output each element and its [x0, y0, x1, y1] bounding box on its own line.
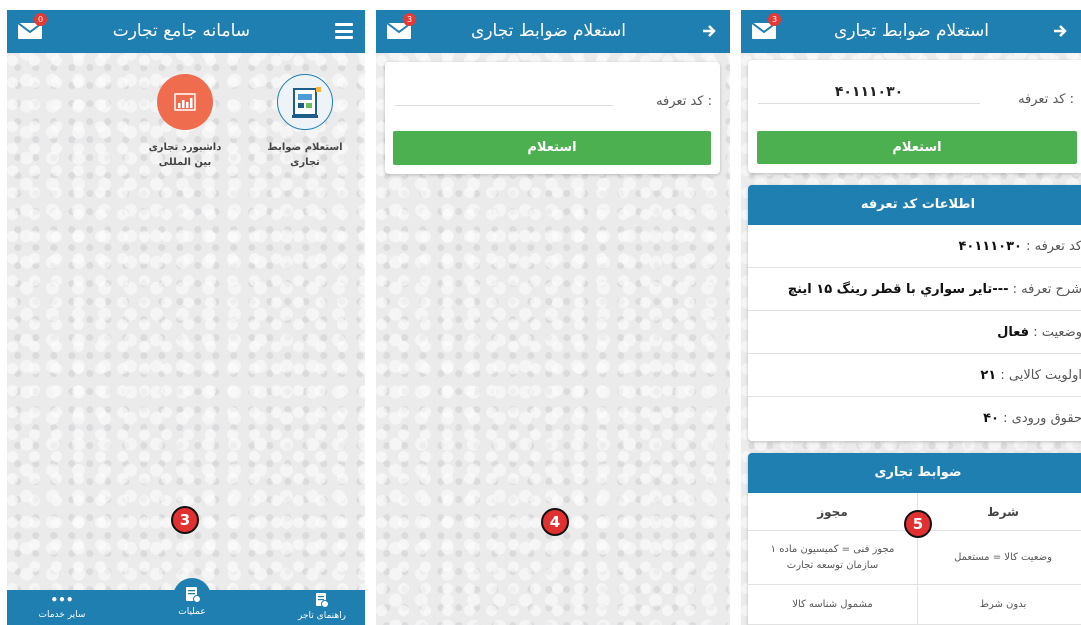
service-trade-dashboard[interactable]: داشبورد تجاری بین المللی: [145, 74, 225, 170]
home-screen: 0 سامانه جامع تجارت استعلام ضوابط تجاری: [7, 10, 365, 625]
page-title: سامانه جامع تجارت: [112, 21, 250, 41]
nav-label: سایر خدمات: [38, 610, 86, 620]
dashboard-chart-icon: [157, 74, 213, 130]
trade-rules-header: ضوابط تجاری: [748, 453, 1081, 493]
tariff-info-header: اطلاعات کد تعرفه: [748, 185, 1081, 225]
page-title: استعلام ضوابط تجاری: [834, 21, 989, 41]
inquiry-form-card: کد تعرفه : ۴۰۱۱۱۰۳۰ استعلام: [748, 60, 1081, 173]
notification-badge: 0: [34, 13, 47, 26]
guide-document-icon: [316, 593, 329, 608]
step-number-badge: 3: [171, 506, 199, 534]
notification-badge: 3: [768, 13, 781, 26]
inquiry-button[interactable]: استعلام: [757, 131, 1077, 164]
info-row-description: شرح تعرفه : ---تایر سواري با قطر رینگ ۱۵…: [748, 268, 1081, 311]
nav-operations-label: عملیات: [178, 607, 206, 617]
notification-badge: 3: [403, 13, 416, 26]
app-header: 3 استعلام ضوابط تجاری: [741, 10, 1081, 53]
nav-trader-guide[interactable]: راهنمای تاجر: [287, 592, 357, 621]
tariff-code-label: کد تعرفه :: [1018, 92, 1074, 107]
inquiry-screen-result: 3 استعلام ضوابط تجاری کد تعرفه : ۴۰۱۱۱۰۳…: [741, 10, 1081, 625]
info-row-status: وضعیت : فعال: [748, 311, 1081, 354]
rule-license-cell: مشمول شناسه کالا: [748, 585, 918, 625]
regulations-icon: [277, 74, 333, 130]
step-number-badge: 5: [904, 510, 932, 538]
nav-label: راهنمای تاجر: [298, 611, 346, 621]
tariff-code-label: کد تعرفه :: [656, 94, 712, 109]
tariff-info-card: اطلاعات کد تعرفه کد تعرفه : ۴۰۱۱۱۰۳۰ شرح…: [748, 185, 1081, 441]
info-row-priority: اولویت کالایی : ۲۱: [748, 354, 1081, 397]
rule-condition-cell: وضعیت کالا = مستعمل: [918, 531, 1081, 585]
column-header-condition: شرط: [918, 493, 1081, 531]
inquiry-form-card: کد تعرفه : استعلام: [385, 62, 720, 174]
service-label: استعلام ضوابط تجاری: [267, 142, 343, 168]
rule-license-cell: مجوز فنی = کمیسیون ماده ۱ سازمان توسعه ت…: [748, 531, 918, 585]
app-header: 3 استعلام ضوابط تجاری: [376, 10, 730, 53]
tariff-code-input[interactable]: [395, 82, 613, 106]
more-dots-icon: •••: [50, 593, 74, 607]
app-header: 0 سامانه جامع تجارت: [7, 10, 365, 53]
trade-rules-card: ضوابط تجاری شرط مجوز وضعیت کالا = مستعمل…: [748, 453, 1081, 625]
back-arrow-icon[interactable]: [1051, 22, 1069, 40]
info-row-tariff-code: کد تعرفه : ۴۰۱۱۱۰۳۰: [748, 225, 1081, 268]
back-arrow-icon[interactable]: [700, 22, 718, 40]
tariff-code-input[interactable]: ۴۰۱۱۱۰۳۰: [758, 80, 980, 104]
nav-other-services[interactable]: ••• سایر خدمات: [27, 593, 97, 620]
step-number-badge: 4: [541, 508, 569, 536]
inquiry-screen-empty: 3 استعلام ضوابط تجاری کد تعرفه : استعلام…: [376, 10, 730, 625]
hamburger-menu-icon[interactable]: [335, 23, 353, 39]
service-label: داشبورد تجاری بین المللی: [148, 142, 222, 168]
page-title: استعلام ضوابط تجاری: [471, 21, 626, 41]
service-regulations-inquiry[interactable]: استعلام ضوابط تجاری: [255, 74, 355, 170]
inquiry-button[interactable]: استعلام: [393, 131, 711, 165]
info-row-import-duty: حقوق ورودی : ۴۰: [983, 411, 1081, 426]
rule-condition-cell: بدون شرط: [918, 585, 1081, 625]
column-header-license: مجوز: [748, 493, 918, 531]
